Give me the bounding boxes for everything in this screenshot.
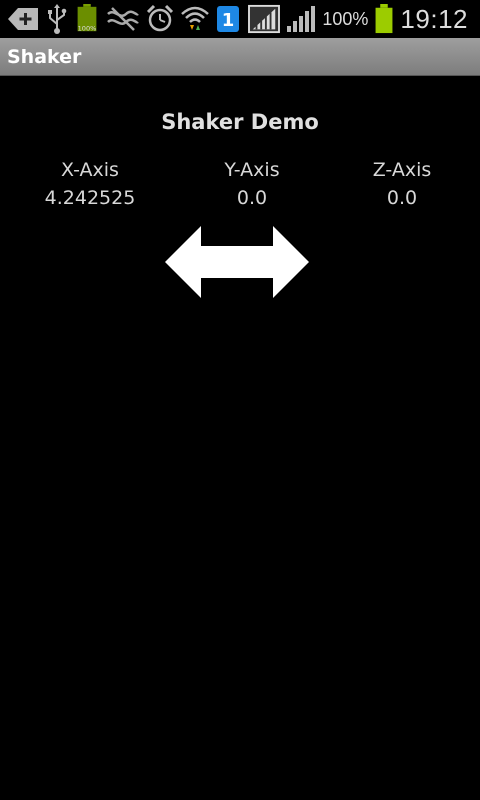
z-axis-readout: Z-Axis 0.0 (322, 156, 480, 212)
usb-icon (48, 4, 67, 34)
y-axis-readout: Y-Axis 0.0 (172, 156, 332, 212)
z-axis-label: Z-Axis (372, 159, 432, 181)
double-arrow-horizontal-icon (165, 226, 309, 298)
battery-percent: 100% (322, 8, 369, 29)
status-bar-system: 100% 19:12 (286, 3, 468, 35)
notification-badge-icon[interactable]: 1 (216, 4, 240, 34)
battery-icon (375, 4, 393, 34)
alarm-icon (146, 4, 174, 32)
x-axis-label: X-Axis (61, 159, 119, 181)
y-axis-label: Y-Axis (224, 159, 280, 181)
x-axis-readout: X-Axis 4.242525 (10, 156, 170, 212)
x-axis-value: 4.242525 (44, 187, 136, 209)
page-title: Shaker Demo (161, 110, 319, 134)
battery-small-label: 100% (78, 24, 97, 32)
wifi-icon (181, 6, 209, 30)
app-title: Shaker (7, 46, 82, 68)
y-axis-value: 0.0 (236, 187, 268, 209)
add-icon (8, 8, 38, 30)
clock: 19:12 (400, 3, 468, 34)
main-content: Shaker Demo X-Axis 4.242525 Y-Axis 0.0 Z… (0, 76, 480, 800)
cell-signal-icon (287, 6, 316, 32)
notification-count: 1 (222, 10, 235, 31)
status-bar: 100% 1 100% 19:12 (0, 0, 480, 38)
z-axis-value: 0.0 (386, 187, 418, 209)
signal-off-icon (107, 7, 139, 31)
app-title-bar: Shaker (0, 38, 480, 76)
status-bar-notifications: 100% 1 (6, 3, 282, 35)
signal-box-icon (248, 4, 280, 34)
battery-full-icon: 100% (77, 4, 97, 32)
